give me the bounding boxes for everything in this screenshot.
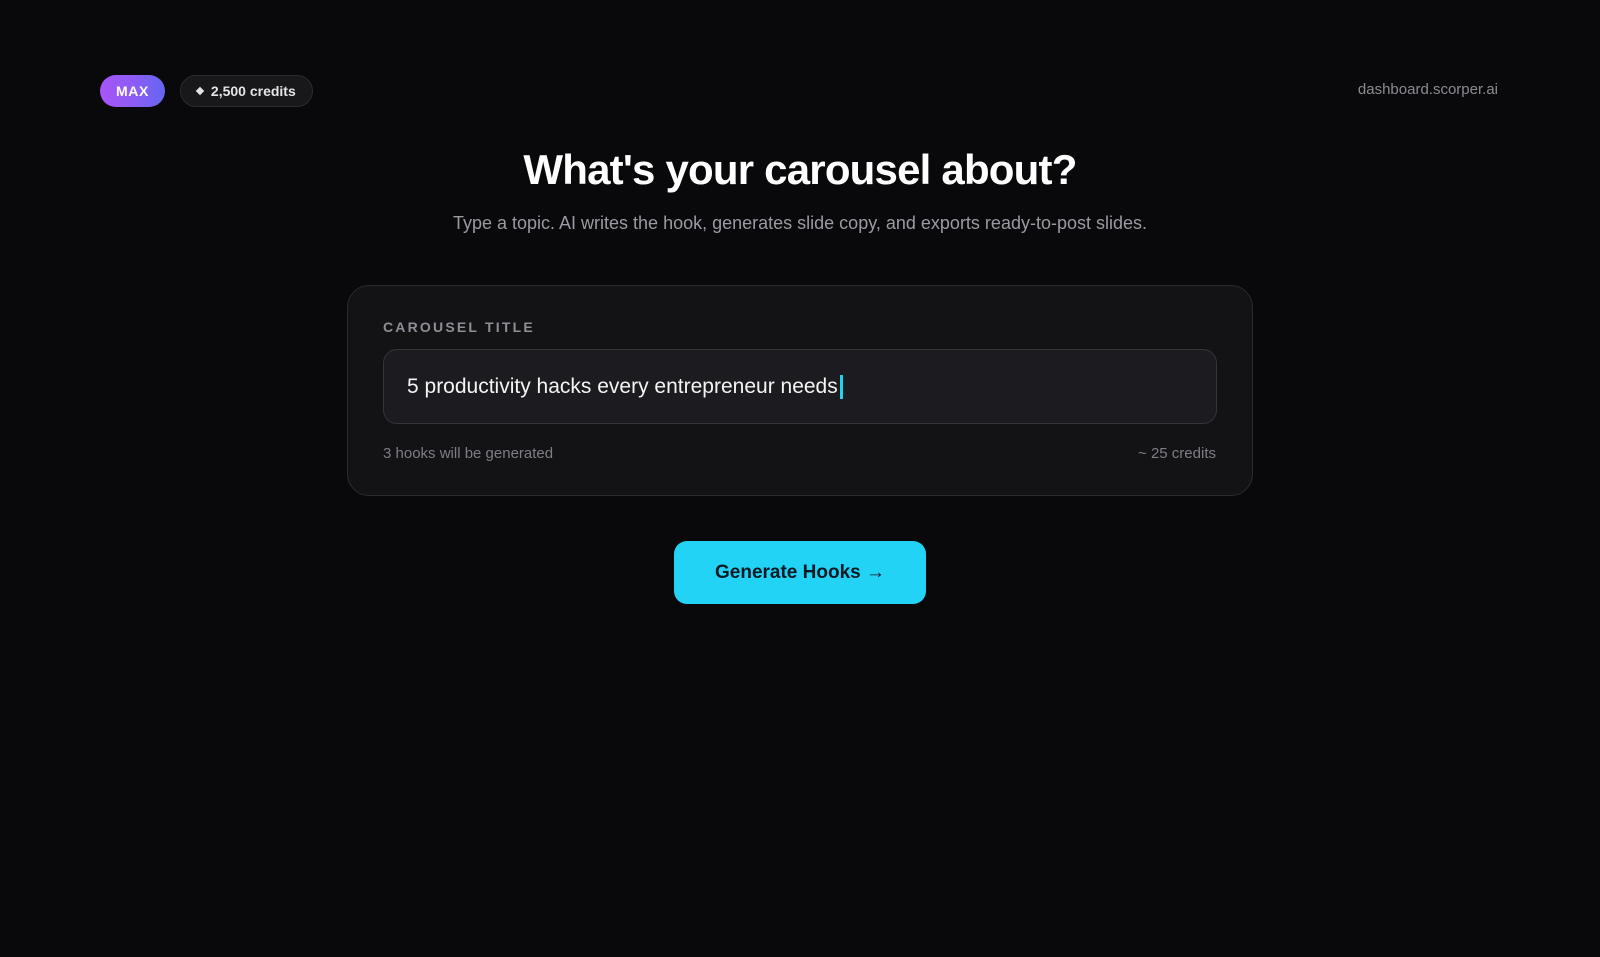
text-caret (839, 374, 843, 399)
domain-label: dashboard.scorper.ai (1357, 81, 1498, 98)
page-title: What's your carousel about? (523, 146, 1077, 193)
carousel-title-input[interactable]: 5 productivity hacks every entrepreneur … (383, 349, 1217, 424)
carousel-title-label: CAROUSEL TITLE (383, 319, 535, 335)
diamond-icon (195, 86, 205, 96)
page-subtitle: Type a topic. AI writes the hook, genera… (452, 213, 1148, 233)
carousel-title-value: 5 productivity hacks every entrepreneur … (407, 374, 838, 398)
hooks-count-note: 3 hooks will be generated (383, 445, 554, 462)
credits-balance-pill[interactable]: 2,500 credits (179, 75, 313, 107)
plan-badge: MAX (100, 75, 165, 107)
carousel-title-card: CAROUSEL TITLE 5 productivity hacks ever… (347, 285, 1253, 496)
generate-hooks-button[interactable]: Generate Hooks → (674, 541, 926, 604)
page: MAX 2,500 credits dashboard.scorper.ai W… (0, 0, 1600, 957)
top-bar: MAX 2,500 credits (100, 75, 313, 107)
credits-balance-text: 2,500 credits (210, 83, 296, 99)
credits-cost-note: ~ 25 credits (1138, 445, 1216, 462)
